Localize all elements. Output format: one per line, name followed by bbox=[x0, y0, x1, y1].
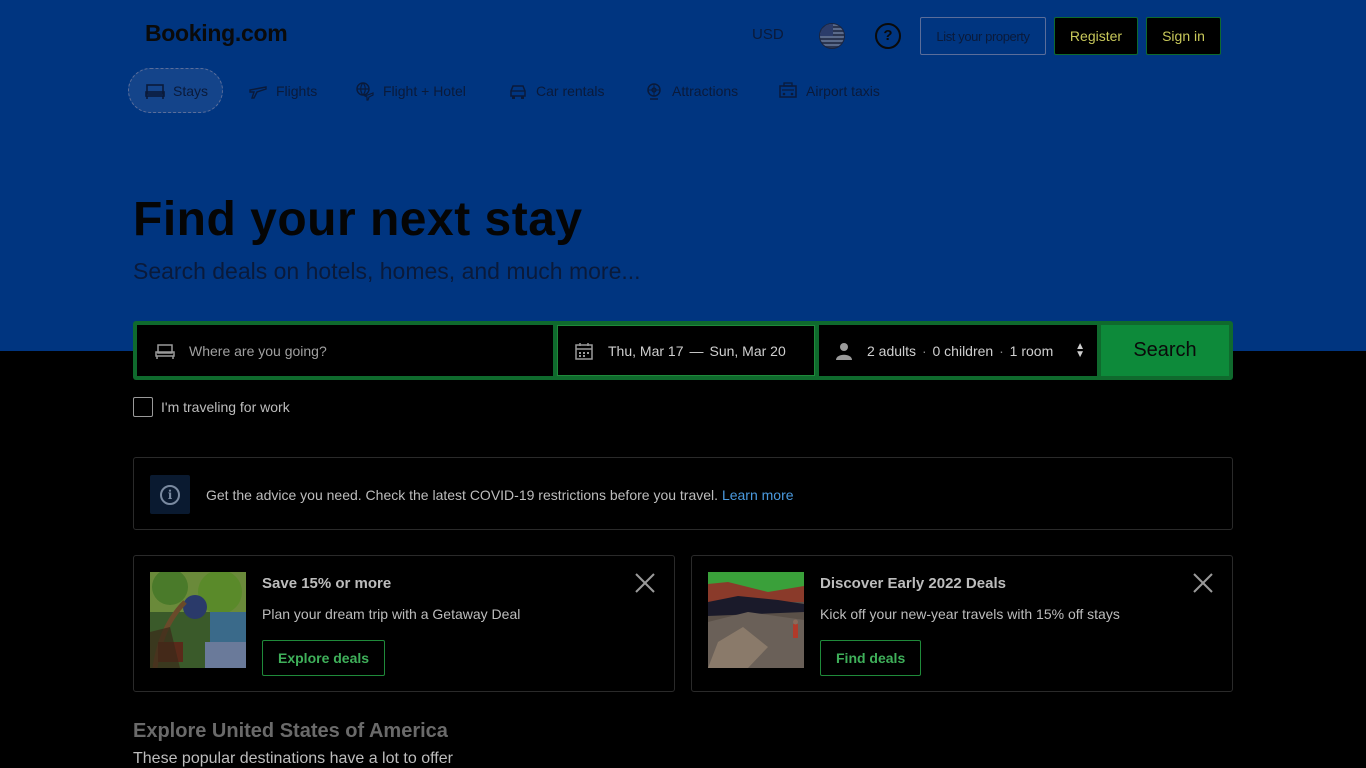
destination-input[interactable]: Where are you going? bbox=[137, 325, 553, 376]
promo-image-mountain bbox=[708, 572, 804, 668]
covid-notice: i Get the advice you need. Check the lat… bbox=[133, 457, 1233, 530]
promo-description: Kick off your new-year travels with 15% … bbox=[820, 606, 1120, 622]
tab-label: Stays bbox=[173, 82, 209, 99]
promo-title: Save 15% or more bbox=[262, 575, 392, 592]
page-subtitle: Search deals on hotels, homes, and much … bbox=[133, 258, 641, 284]
plane-icon bbox=[249, 85, 267, 99]
explore-section-subtitle: These popular destinations have a lot to… bbox=[133, 750, 453, 767]
checkin-date: Thu, Mar 17 bbox=[608, 342, 684, 359]
plane-globe-icon bbox=[356, 81, 374, 101]
explore-section-title: Explore United States of America bbox=[133, 720, 448, 742]
destination-placeholder: Where are you going? bbox=[189, 342, 327, 359]
separator-dot: · bbox=[999, 342, 1004, 359]
bed-icon bbox=[145, 83, 165, 99]
tab-label: Attractions bbox=[672, 82, 739, 99]
notice-text: Get the advice you need. Check the lates… bbox=[206, 487, 794, 503]
currency-selector[interactable]: USD bbox=[752, 26, 784, 43]
date-separator: — bbox=[689, 342, 704, 359]
tab-flight-hotel[interactable]: Flight + Hotel bbox=[355, 68, 466, 113]
adults-count: 2 adults bbox=[867, 342, 917, 359]
tab-stays[interactable]: Stays bbox=[128, 68, 223, 113]
search-button[interactable]: Search bbox=[1101, 325, 1229, 376]
taxi-icon bbox=[779, 81, 797, 98]
tab-car-rentals[interactable]: Car rentals bbox=[508, 68, 604, 113]
attractions-icon bbox=[647, 82, 661, 100]
register-button[interactable]: Register bbox=[1054, 17, 1138, 55]
page-title: Find your next stay bbox=[133, 193, 583, 246]
date-picker[interactable]: Thu, Mar 17 — Sun, Mar 20 bbox=[557, 325, 815, 376]
guests-selector[interactable]: 2 adults · 0 children · 1 room ▲ ▼ bbox=[819, 325, 1097, 376]
notice-message: Get the advice you need. Check the lates… bbox=[206, 487, 719, 503]
promo-card-early-2022: Discover Early 2022 Deals Kick off your … bbox=[691, 555, 1233, 692]
find-deals-button[interactable]: Find deals bbox=[820, 640, 922, 676]
calendar-icon bbox=[575, 342, 593, 360]
rooms-count: 1 room bbox=[1009, 342, 1054, 359]
us-flag-icon[interactable] bbox=[819, 23, 845, 49]
help-circle-icon[interactable]: ? bbox=[875, 23, 901, 49]
tab-label: Airport taxis bbox=[806, 82, 880, 99]
tab-airport-taxis[interactable]: Airport taxis bbox=[778, 68, 880, 113]
tab-flights[interactable]: Flights bbox=[248, 68, 317, 113]
learn-more-link[interactable]: Learn more bbox=[722, 487, 794, 503]
car-icon bbox=[510, 84, 526, 99]
tab-attractions[interactable]: Attractions bbox=[644, 68, 738, 113]
info-icon: i bbox=[150, 475, 190, 514]
tab-label: Car rentals bbox=[536, 82, 605, 99]
booking-logo[interactable]: Booking.com bbox=[145, 20, 288, 47]
person-icon bbox=[836, 342, 852, 360]
tab-label: Flights bbox=[276, 82, 318, 99]
work-travel-checkbox[interactable] bbox=[133, 397, 153, 417]
promo-title: Discover Early 2022 Deals bbox=[820, 575, 1006, 592]
children-count: 0 children bbox=[932, 342, 994, 359]
promo-description: Plan your dream trip with a Getaway Deal bbox=[262, 606, 521, 622]
promo-card-getaway: Save 15% or more Plan your dream trip wi… bbox=[133, 555, 675, 692]
search-bar: Where are you going? Thu, Mar 17 — Sun, Ma… bbox=[133, 321, 1233, 380]
promo-image-park bbox=[150, 572, 246, 668]
sign-in-button[interactable]: Sign in bbox=[1146, 17, 1221, 55]
close-icon[interactable] bbox=[1192, 572, 1214, 594]
tab-label: Flight + Hotel bbox=[383, 82, 466, 99]
work-travel-label[interactable]: I'm traveling for work bbox=[161, 399, 290, 415]
explore-deals-button[interactable]: Explore deals bbox=[262, 640, 386, 676]
list-property-button[interactable]: List your property bbox=[920, 17, 1046, 55]
chevron-up-down-icon: ▲ ▼ bbox=[1075, 341, 1085, 360]
close-icon[interactable] bbox=[634, 572, 656, 594]
separator-dot: · bbox=[921, 342, 927, 359]
checkout-date: Sun, Mar 20 bbox=[709, 342, 786, 359]
bed-icon bbox=[155, 343, 175, 359]
